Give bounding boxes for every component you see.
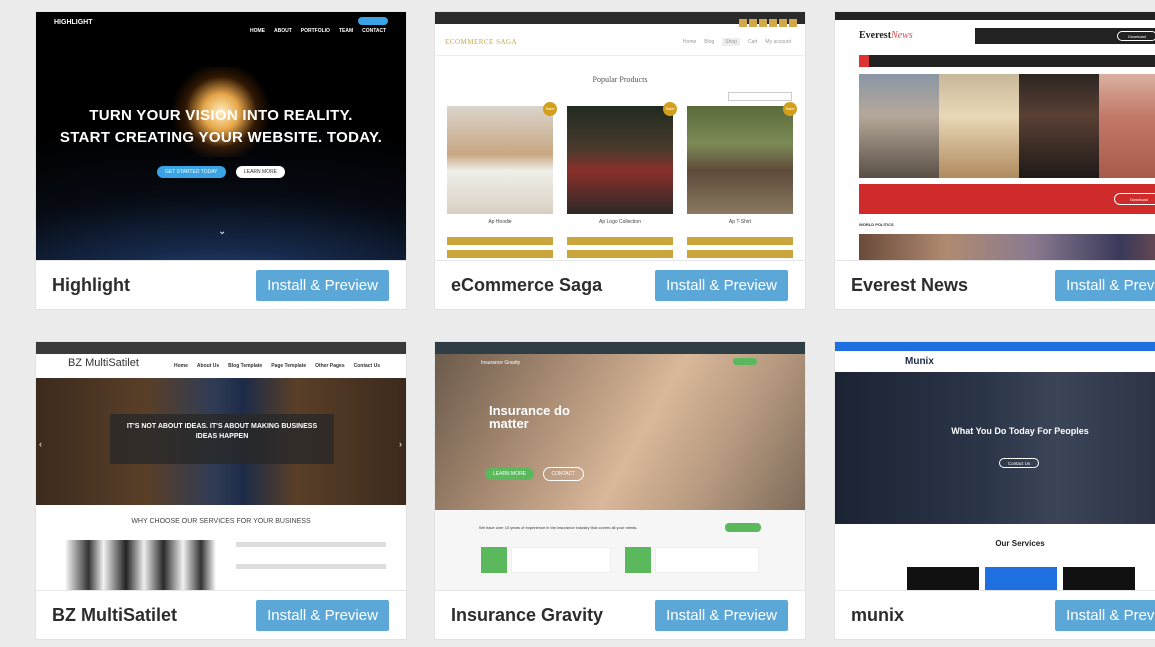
- sale-badge: Sale!: [543, 102, 557, 116]
- theme-name: Insurance Gravity: [451, 605, 604, 625]
- news-tile-image: [859, 74, 939, 178]
- theme-preview-image[interactable]: BZ MultiSatilet Home About Us Blog Templat…: [36, 342, 406, 590]
- service-box: [1063, 567, 1135, 590]
- install-preview-button[interactable]: Install & Preview: [256, 270, 389, 301]
- news-tile-image: [1099, 74, 1155, 178]
- preview-headline: What You Do Today For Peoples: [951, 426, 1089, 436]
- product-action-bar: [567, 237, 673, 245]
- product-name: Ap Hoodie: [488, 219, 512, 225]
- theme-preview-image[interactable]: ECOMMERCE SAGA Home Blog Shop Cart My accoun…: [435, 12, 805, 260]
- product-action-bar: [687, 237, 793, 245]
- preview-topbar: [835, 342, 1155, 351]
- product-name: Ap T-Shirt: [728, 219, 752, 225]
- ad-banner-red: Download: [859, 184, 1155, 214]
- product-name: Ap Logo Collection: [599, 219, 641, 225]
- preview-headline-2: START CREATING YOUR WEBSITE. TODAY.: [59, 129, 383, 146]
- preview-cta-pill: [733, 358, 757, 365]
- section-label: WORLD POLITICS: [859, 222, 894, 227]
- theme-card-footer: Everest News Install & Preview: [835, 260, 1155, 309]
- install-preview-button[interactable]: Install & Preview: [256, 600, 389, 631]
- preview-logo: Insurance Gravity: [481, 360, 521, 366]
- section-cta-pill: [725, 523, 761, 532]
- team-image: [66, 540, 216, 590]
- theme-preview-image[interactable]: Insurance Gravity Insurance do matter LE…: [435, 342, 805, 590]
- install-preview-button[interactable]: Install & Preview: [1055, 270, 1155, 301]
- preview-buttons: GET STARTED TODAY LEARN MORE: [36, 160, 406, 178]
- preview-nav: Home About Us Blog Template Page Template Ot…: [174, 363, 381, 369]
- product-image: Sale!: [447, 102, 557, 214]
- preview-topbar: [435, 342, 805, 354]
- preview-logo: HIGHLIGHT: [54, 19, 93, 26]
- sale-badge: Sale!: [783, 102, 797, 116]
- preview-cta-pill: [358, 17, 388, 25]
- theme-card-bz-multisatilet: BZ MultiSatilet Home About Us Blog Templat…: [35, 341, 407, 640]
- preview-contact-button: Contact Us: [999, 458, 1039, 468]
- theme-card-footer: Highlight Install & Preview: [36, 260, 406, 309]
- news-strip-image: [859, 234, 1155, 260]
- preview-topbar: [435, 12, 805, 27]
- install-preview-button[interactable]: Install & Preview: [655, 600, 788, 631]
- slider-next-icon[interactable]: ›: [399, 439, 402, 449]
- service-icon: [625, 547, 651, 573]
- product-action-bar: [687, 250, 793, 258]
- theme-card-ecommerce-saga: ECOMMERCE SAGA Home Blog Shop Cart My accoun…: [434, 11, 806, 310]
- theme-card-footer: munix Install & Preview: [835, 590, 1155, 639]
- section-title: Popular Products: [592, 75, 648, 84]
- theme-card-highlight: HIGHLIGHT HOME ABOUT PORTFOLIO TEAM CONTACT …: [35, 11, 407, 310]
- theme-name: eCommerce Saga: [451, 275, 603, 295]
- theme-name: munix: [851, 605, 905, 625]
- product-action-bar: [447, 250, 553, 258]
- preview-headline: Insurance do matter: [489, 403, 570, 431]
- theme-card-footer: eCommerce Saga Install & Preview: [435, 260, 805, 309]
- section-title: WHY CHOOSE OUR SERVICES FOR YOUR BUSINES…: [131, 518, 311, 525]
- theme-name: Everest News: [851, 275, 969, 295]
- preview-topbar: [36, 342, 406, 354]
- theme-card-everest-news: EverestNews Download Download WORLD POLI…: [834, 11, 1155, 310]
- theme-card-footer: Insurance Gravity Install & Preview: [435, 590, 805, 639]
- theme-name: BZ MultiSatilet: [52, 605, 177, 625]
- install-preview-button[interactable]: Install & Preview: [1055, 600, 1155, 631]
- service-box: [985, 567, 1057, 590]
- preview-logo: EverestNews: [859, 30, 913, 41]
- chevron-down-icon: ⌄: [218, 226, 227, 237]
- hero-caption: IT'S NOT ABOUT IDEAS. IT'S ABOUT MAKING …: [110, 414, 334, 464]
- theme-card-insurance-gravity: Insurance Gravity Insurance do matter LE…: [434, 341, 806, 640]
- sort-select: [728, 92, 792, 101]
- product-action-bar: [447, 237, 553, 245]
- news-tile-image: [1019, 74, 1099, 178]
- install-preview-button[interactable]: Install & Preview: [655, 270, 788, 301]
- hero-image: [435, 354, 805, 510]
- news-tile-image: [939, 74, 1019, 178]
- service-icon: [481, 547, 507, 573]
- product-image: Sale!: [687, 102, 797, 214]
- service-box: [907, 567, 979, 590]
- ad-banner: Download: [975, 28, 1155, 44]
- theme-card-munix: Munix What You Do Today For Peoples Cont…: [834, 341, 1155, 640]
- theme-preview-image[interactable]: Munix What You Do Today For Peoples Cont…: [835, 342, 1155, 590]
- preview-headline-1: TURN YOUR VISION INTO REALITY.: [89, 107, 353, 124]
- theme-name: Highlight: [52, 275, 130, 295]
- slider-prev-icon[interactable]: ‹: [39, 439, 42, 449]
- hero-image: [835, 372, 1155, 524]
- preview-logo: Munix: [905, 356, 934, 367]
- preview-nav: [859, 55, 1155, 67]
- section-text: We have over 10 years of experience in t…: [479, 525, 638, 530]
- preview-buttons: LEARN MORE CONTACT: [485, 462, 585, 481]
- product-action-bar: [567, 250, 673, 258]
- theme-card-footer: BZ MultiSatilet Install & Preview: [36, 590, 406, 639]
- preview-logo: BZ MultiSatilet: [68, 357, 139, 369]
- theme-preview-image[interactable]: HIGHLIGHT HOME ABOUT PORTFOLIO TEAM CONTACT …: [36, 12, 406, 260]
- theme-preview-image[interactable]: EverestNews Download Download WORLD POLI…: [835, 12, 1155, 260]
- section-title: Our Services: [995, 539, 1045, 548]
- product-image: Sale!: [567, 102, 677, 214]
- sale-badge: Sale!: [663, 102, 677, 116]
